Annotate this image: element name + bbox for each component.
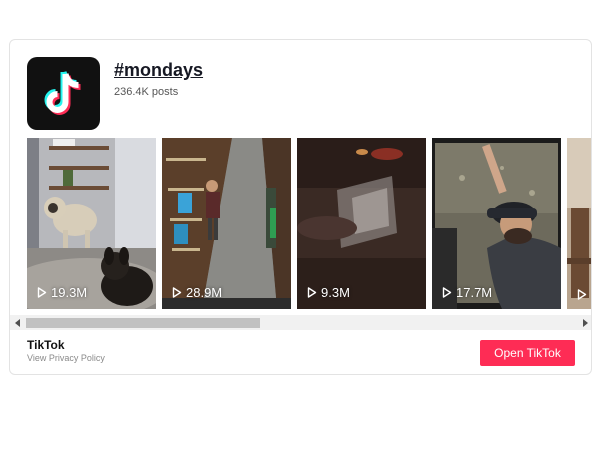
scroll-left-arrow-icon[interactable] bbox=[10, 315, 25, 330]
play-icon bbox=[307, 287, 317, 298]
view-count-4: 17.7M bbox=[442, 285, 492, 300]
view-count-1: 19.3M bbox=[37, 285, 87, 300]
play-icon bbox=[172, 287, 182, 298]
video-5-image bbox=[567, 138, 591, 309]
footer-brand-name: TikTok bbox=[27, 338, 65, 352]
video-3-image bbox=[297, 138, 426, 309]
view-count-3: 9.3M bbox=[307, 285, 350, 300]
hashtag-title-link[interactable]: #mondays bbox=[114, 60, 203, 81]
horizontal-scrollbar[interactable] bbox=[10, 315, 591, 330]
tiktok-embed-card: #mondays 236.4K posts 19.3M 28.9M 9.3M 1… bbox=[9, 39, 592, 375]
view-count-text: 19.3M bbox=[51, 285, 88, 300]
view-count-text: 28.9M bbox=[186, 285, 223, 300]
video-4-image bbox=[432, 138, 561, 309]
open-tiktok-button[interactable]: Open TikTok bbox=[480, 340, 575, 366]
view-count-5 bbox=[577, 289, 591, 300]
scrollbar-thumb[interactable] bbox=[26, 318, 260, 328]
privacy-policy-link[interactable]: View Privacy Policy bbox=[27, 353, 105, 363]
video-thumbnail-2[interactable]: 28.9M bbox=[162, 138, 291, 309]
video-thumbnail-4[interactable]: 17.7M bbox=[432, 138, 561, 309]
video-thumbnail-5[interactable] bbox=[567, 138, 591, 309]
video-thumbnail-strip: 19.3M 28.9M 9.3M 17.7M bbox=[27, 138, 591, 310]
view-count-text: 9.3M bbox=[321, 285, 350, 300]
posts-count: 236.4K posts bbox=[114, 86, 179, 98]
tiktok-logo-icon[interactable] bbox=[27, 57, 100, 130]
scroll-right-arrow-icon[interactable] bbox=[577, 315, 591, 330]
play-icon bbox=[37, 287, 47, 298]
video-thumbnail-1[interactable]: 19.3M bbox=[27, 138, 156, 309]
play-icon bbox=[577, 289, 587, 300]
play-icon bbox=[442, 287, 452, 298]
video-thumbnail-3[interactable]: 9.3M bbox=[297, 138, 426, 309]
view-count-2: 28.9M bbox=[172, 285, 222, 300]
view-count-text: 17.7M bbox=[456, 285, 493, 300]
video-1-image bbox=[27, 138, 156, 309]
video-2-image bbox=[162, 138, 291, 309]
